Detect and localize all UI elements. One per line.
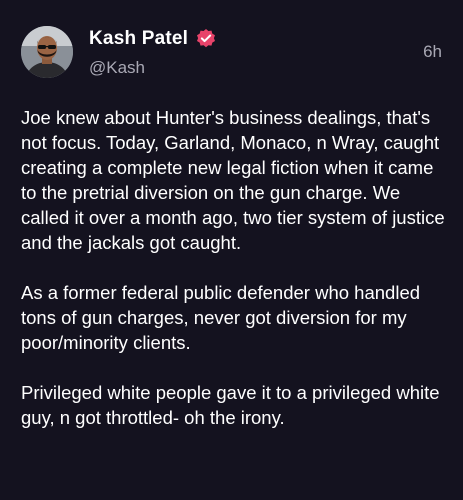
avatar[interactable]: [21, 26, 73, 78]
author-name-row: Kash Patel: [89, 28, 217, 50]
verified-badge-icon: [195, 28, 217, 50]
post-timestamp: 6h: [423, 42, 442, 61]
post-paragraph-3: Privileged white people gave it to a pri…: [21, 382, 440, 428]
post-paragraph-2: As a former federal public defender who …: [21, 282, 421, 353]
post: Kash Patel @Kash 6h Joe knew about Hunte…: [0, 0, 463, 500]
post-body: Joe knew about Hunter's business dealing…: [21, 105, 451, 455]
post-paragraph-1: Joe knew about Hunter's business dealing…: [21, 107, 445, 253]
author-handle[interactable]: @Kash: [89, 58, 145, 78]
profile-photo-icon: [21, 26, 73, 78]
author-display-name[interactable]: Kash Patel: [89, 28, 188, 50]
